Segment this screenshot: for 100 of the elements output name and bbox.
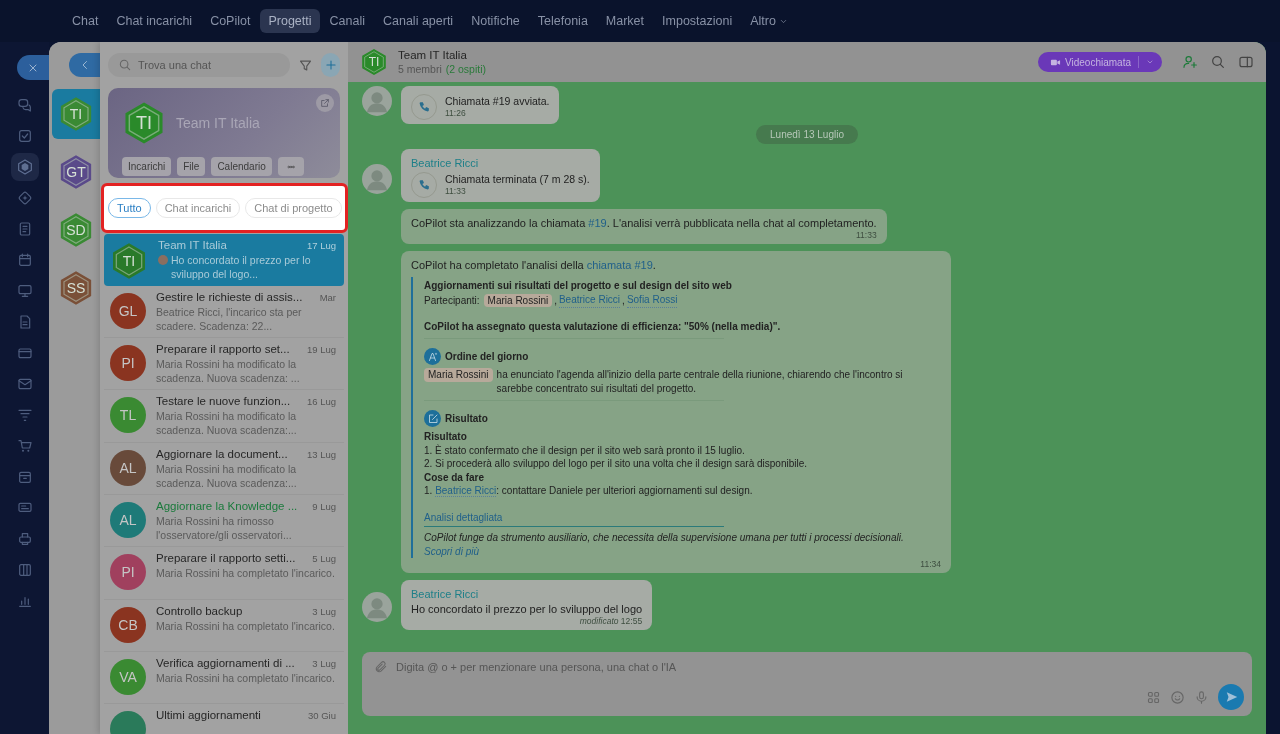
- chat-list-item[interactable]: TI Team IT Italia 17 Lug Ho concordato il prezzo per lo sviluppo del logo...: [104, 233, 344, 286]
- chat-preview: Maria Rossini ha completato l'incarico.: [156, 618, 336, 633]
- chat-list-item[interactable]: PI Preparare il rapporto setti... 5 Lug Maria Rossini ha completato l'incarico.: [104, 547, 344, 600]
- chat-list-item[interactable]: VA Verifica aggiornamenti di ... 3 Lug Maria Rossini ha completato l'incarico.: [104, 651, 344, 705]
- monitor-icon: [16, 283, 33, 299]
- chat-date: 3 Lug: [312, 604, 336, 617]
- message-time: 11:33: [445, 186, 467, 196]
- chat-preview: Maria Rossini ha completato l'incarico.: [156, 670, 336, 685]
- chat-date: 30 Giu: [308, 709, 336, 722]
- send-button[interactable]: [1218, 684, 1244, 710]
- open-button[interactable]: [316, 94, 334, 112]
- agenda-text: ha enunciato l'agenda all'inizio della parte centrale della riunione, chiarendo che l'incontro si sarebbe concentrato sui risultati del progetto.: [496, 368, 904, 395]
- chat-avatar: PI: [110, 554, 146, 591]
- chat-title: Aggiornare la document...: [156, 447, 288, 460]
- participants-label: Partecipanti:: [424, 293, 480, 307]
- ai-icon: [424, 348, 441, 365]
- close-button[interactable]: [17, 55, 49, 80]
- side-panel-icon: [1238, 54, 1254, 70]
- nav-tab[interactable]: Chat: [64, 9, 107, 33]
- project-button[interactable]: Calendario: [211, 157, 272, 176]
- chat-date: 3 Lug: [312, 656, 336, 669]
- smiley-icon[interactable]: [1170, 689, 1185, 705]
- mention-chip[interactable]: Maria Rossini: [424, 368, 493, 382]
- video-call-button[interactable]: Videochiamata: [1038, 52, 1162, 72]
- chat-list-item[interactable]: CB Controllo backup 3 Lug Maria Rossini ha completato l'incarico.: [104, 599, 344, 652]
- project-button[interactable]: File: [177, 157, 206, 176]
- nav-tab[interactable]: Canali aperti: [374, 9, 462, 33]
- list-item: : contattare Daniele per ulteriori aggiornamenti sul design.: [496, 485, 753, 496]
- recent-chat[interactable]: SD: [52, 205, 100, 255]
- mention-chip[interactable]: Maria Rossini: [483, 293, 553, 307]
- chat-list-item[interactable]: GL Gestire le richieste di assis... Mar Beatrice Ricci, l'incarico sta per scadere. Scadenza: 22...: [104, 285, 344, 339]
- chat-date: 16 Lug: [306, 395, 336, 408]
- chat-preview: Maria Rossini ha completato l'incarico.: [156, 566, 336, 581]
- send-icon: [1225, 690, 1239, 704]
- chat-avatar: GT: [58, 153, 94, 191]
- chat-avatar: PI: [110, 345, 146, 382]
- message-time: 11:34: [919, 559, 941, 569]
- external-link-icon: [320, 98, 330, 108]
- nav-tab[interactable]: Market: [597, 9, 653, 33]
- chat-list-item[interactable]: PI Preparare il rapporto set... 19 Lug Maria Rossini ha modificato la scadenza. Nuova scadenza: ...: [104, 338, 344, 391]
- chat-avatar: SD: [58, 211, 94, 249]
- card-icon: [16, 345, 33, 361]
- subheading: Risultato: [424, 430, 468, 444]
- back-button[interactable]: [69, 53, 100, 77]
- chat-preview: Maria Rossini ha modificato la scadenza. Nuova scadenza:...: [156, 461, 298, 490]
- chat-avatar: VA: [110, 658, 146, 695]
- more-button[interactable]: [277, 157, 304, 176]
- search-box[interactable]: Trova una chat: [108, 53, 290, 77]
- sparkle-icon: [16, 190, 33, 206]
- recent-chat[interactable]: GT: [52, 147, 100, 197]
- chat-list-item[interactable]: AL Aggiornare la document... 13 Lug Maria Rossini ha modificato la scadenza. Nuova scadenza:...: [104, 442, 344, 495]
- list-number: 1.: [424, 485, 434, 496]
- project-button[interactable]: Incarichi: [122, 157, 172, 176]
- columns-icon: [16, 562, 33, 578]
- recent-chat[interactable]: TI: [52, 89, 100, 139]
- microphone-icon[interactable]: [1194, 689, 1209, 705]
- recent-chat[interactable]: SS: [52, 263, 100, 313]
- nav-tab[interactable]: Altro: [742, 9, 796, 33]
- nav-tab[interactable]: Chat incarichi: [108, 9, 201, 33]
- section-heading: Risultato: [445, 411, 488, 426]
- search-field[interactable]: Trova una chat: [138, 53, 280, 77]
- date-divider: Lunedì 13 Luglio: [756, 124, 858, 144]
- nav-tab[interactable]: Telefonia: [529, 9, 596, 33]
- chat-list-item[interactable]: TL Testare le nuove funzion... 16 Lug Maria Rossini ha modificato la scadenza. Nuova scadenza:...: [104, 390, 344, 443]
- grid-icon[interactable]: [1146, 689, 1161, 705]
- filter-tab[interactable]: Tutto: [108, 198, 151, 218]
- message-text: . L'analisi verrà pubblicata nella chat al completamento.: [606, 216, 877, 229]
- edit-icon: [424, 410, 441, 427]
- chat-list-item[interactable]: AL Aggiornare la Knowledge ... 9 Lug Maria Rossini ha rimosso l'osservatore/gli osservatori...: [104, 495, 344, 548]
- chat-title: Team IT Italia: [158, 238, 227, 251]
- chat-avatar: CB: [110, 606, 146, 643]
- chat-preview: Beatrice Ricci, l'incarico sta per scadere. Scadenza: 22...: [156, 304, 303, 333]
- filter-tab[interactable]: Chat di progetto: [245, 198, 342, 218]
- chat-icon: [16, 97, 33, 113]
- search-icon: [1210, 54, 1226, 70]
- nav-tab[interactable]: Impostazioni: [654, 9, 741, 33]
- hexagon-icon: [16, 159, 33, 175]
- chat-preview: Maria Rossini ha modificato la scadenza. Nuova scadenza: ...: [156, 357, 301, 386]
- chat-avatar: AL: [110, 502, 146, 538]
- summary-title: Aggiornamenti sui risultati del progetto e sul design del sito web: [424, 278, 733, 292]
- add-user-icon: [1182, 54, 1198, 70]
- add-button[interactable]: [321, 53, 340, 77]
- mail-icon: [16, 376, 33, 392]
- disclaimer-text: CoPilot funge da strumento ausiliario, che necessita della supervisione umana per tutti i processi decisionali.: [424, 531, 905, 545]
- nav-tab[interactable]: Canali: [321, 9, 373, 33]
- nav-tab[interactable]: CoPilot: [202, 9, 259, 33]
- list-item: 2. Si procederà allo sviluppo del logo per il sito una volta che il design sarà disponibile.: [424, 457, 808, 471]
- user-avatar: [362, 163, 392, 194]
- caret-icon: [1146, 58, 1154, 66]
- filter-tab[interactable]: Chat incarichi: [155, 198, 241, 218]
- nav-tab[interactable]: Progetti: [260, 9, 320, 33]
- separator: ,: [554, 293, 557, 307]
- search-icon: [118, 58, 132, 72]
- chat-avatar: GL: [110, 292, 146, 329]
- chat-list-item[interactable]: Ultimi aggiornamenti 30 Giu: [104, 704, 344, 734]
- chat-title: Testare le nuove funzion...: [156, 395, 291, 408]
- chat-title: Controllo backup: [156, 604, 243, 617]
- hexagon-button[interactable]: [10, 153, 39, 181]
- nav-tab[interactable]: Notifiche: [463, 9, 528, 33]
- funnel-icon: [16, 407, 33, 423]
